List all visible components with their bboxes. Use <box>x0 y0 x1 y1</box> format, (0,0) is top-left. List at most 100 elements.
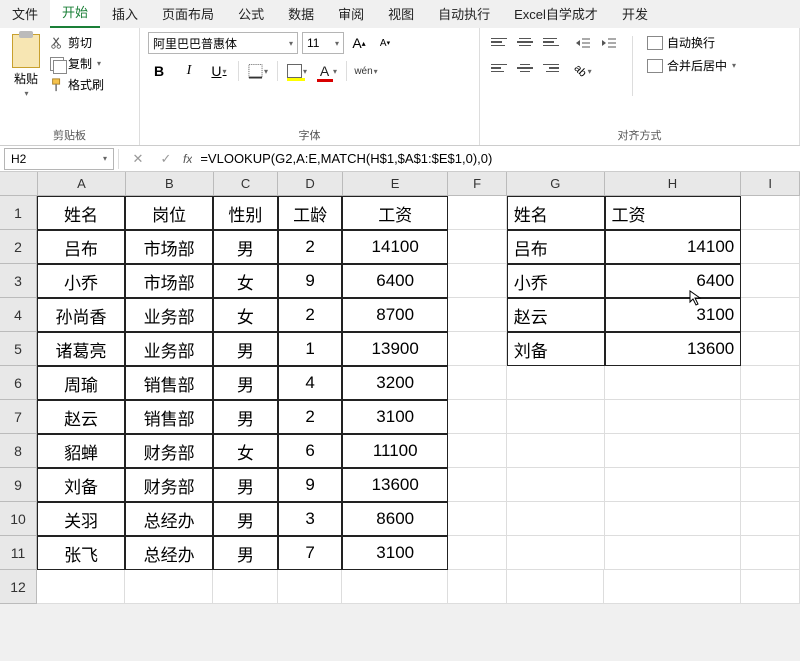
cell[interactable]: 男 <box>213 536 278 570</box>
cell[interactable] <box>605 502 742 536</box>
cell[interactable] <box>507 434 605 468</box>
cell[interactable]: 7 <box>278 536 343 570</box>
tab-home[interactable]: 开始 <box>50 0 100 28</box>
row-header[interactable]: 9 <box>0 468 37 502</box>
cell[interactable]: 诸葛亮 <box>37 332 125 366</box>
cell[interactable]: 9 <box>278 264 343 298</box>
phonetic-button[interactable]: wén▾ <box>355 60 377 82</box>
col-header-I[interactable]: I <box>741 172 800 196</box>
fx-icon[interactable]: fx <box>183 152 192 166</box>
merge-center-button[interactable]: 合并后居中▾ <box>647 57 736 74</box>
cell[interactable]: 小乔 <box>507 264 605 298</box>
cell[interactable]: 工龄 <box>278 196 343 230</box>
col-header-F[interactable]: F <box>448 172 507 196</box>
cell[interactable] <box>741 570 800 604</box>
cell[interactable]: 男 <box>213 468 278 502</box>
cell[interactable]: 市场部 <box>125 264 213 298</box>
cell[interactable]: 刘备 <box>37 468 125 502</box>
cell[interactable]: 13900 <box>342 332 448 366</box>
cell[interactable] <box>741 366 800 400</box>
increase-font-button[interactable]: A▴ <box>348 32 370 54</box>
cell[interactable]: 6400 <box>605 264 742 298</box>
cut-button[interactable]: 剪切 <box>50 34 104 51</box>
cell[interactable]: 2 <box>278 400 343 434</box>
tab-insert[interactable]: 插入 <box>100 0 150 28</box>
tab-developer[interactable]: 开发 <box>610 0 660 28</box>
align-right-button[interactable] <box>540 58 562 78</box>
cell[interactable] <box>741 332 800 366</box>
cell[interactable]: 销售部 <box>125 366 213 400</box>
cell[interactable] <box>741 196 800 230</box>
format-painter-button[interactable]: 格式刷 <box>50 76 104 93</box>
paste-button[interactable]: 粘贴 ▾ <box>8 32 44 100</box>
cell[interactable]: 女 <box>213 298 278 332</box>
cell[interactable]: 姓名 <box>507 196 605 230</box>
tab-pagelayout[interactable]: 页面布局 <box>150 0 226 28</box>
increase-indent-button[interactable] <box>598 32 620 54</box>
cell[interactable]: 13600 <box>342 468 448 502</box>
col-header-G[interactable]: G <box>507 172 605 196</box>
cell[interactable]: 11100 <box>342 434 448 468</box>
cell[interactable]: 女 <box>213 434 278 468</box>
row-header[interactable]: 11 <box>0 536 37 570</box>
cell[interactable]: 3100 <box>342 400 448 434</box>
name-box[interactable]: H2▾ <box>4 148 114 170</box>
cell[interactable] <box>605 400 742 434</box>
font-size-select[interactable]: 11▾ <box>302 32 344 54</box>
cell[interactable] <box>448 502 507 536</box>
cell[interactable] <box>448 196 507 230</box>
orientation-button[interactable]: ab▾ <box>572 60 594 82</box>
cell[interactable] <box>448 434 507 468</box>
tab-file[interactable]: 文件 <box>0 0 50 28</box>
cell[interactable] <box>605 468 742 502</box>
cell[interactable]: 财务部 <box>125 468 213 502</box>
cell[interactable]: 姓名 <box>37 196 125 230</box>
row-header[interactable]: 7 <box>0 400 37 434</box>
cell[interactable] <box>741 536 800 570</box>
row-header[interactable]: 6 <box>0 366 37 400</box>
fill-color-button[interactable]: ▾ <box>286 60 308 82</box>
cell[interactable]: 业务部 <box>125 298 213 332</box>
cell[interactable]: 2 <box>278 230 343 264</box>
row-header[interactable]: 8 <box>0 434 37 468</box>
cell[interactable]: 3100 <box>605 298 742 332</box>
decrease-indent-button[interactable] <box>572 32 594 54</box>
cell[interactable]: 3100 <box>342 536 448 570</box>
cell[interactable] <box>507 502 605 536</box>
cell[interactable] <box>605 536 742 570</box>
italic-button[interactable]: I <box>178 60 200 82</box>
cell[interactable] <box>342 570 448 604</box>
cell[interactable] <box>605 434 742 468</box>
cell[interactable]: 6 <box>278 434 343 468</box>
cell[interactable] <box>741 298 800 332</box>
cell[interactable]: 1 <box>278 332 343 366</box>
cell[interactable] <box>448 570 507 604</box>
cell[interactable]: 男 <box>213 366 278 400</box>
col-header-B[interactable]: B <box>126 172 214 196</box>
cell[interactable] <box>448 468 507 502</box>
row-header[interactable]: 3 <box>0 264 37 298</box>
row-header[interactable]: 4 <box>0 298 37 332</box>
cell[interactable]: 男 <box>213 332 278 366</box>
cell[interactable]: 3 <box>278 502 343 536</box>
cell[interactable]: 4 <box>278 366 343 400</box>
accept-formula-button[interactable]: ✓ <box>155 149 177 169</box>
cell[interactable]: 岗位 <box>125 196 213 230</box>
cell[interactable] <box>213 570 278 604</box>
cell[interactable]: 男 <box>213 400 278 434</box>
cell[interactable]: 14100 <box>342 230 448 264</box>
font-color-button[interactable]: A▾ <box>316 60 338 82</box>
col-header-C[interactable]: C <box>214 172 278 196</box>
font-name-select[interactable]: 阿里巴巴普惠体▾ <box>148 32 298 54</box>
tab-review[interactable]: 审阅 <box>326 0 376 28</box>
cell[interactable] <box>278 570 343 604</box>
cell[interactable]: 小乔 <box>37 264 125 298</box>
cell[interactable] <box>741 400 800 434</box>
bold-button[interactable]: B <box>148 60 170 82</box>
cell[interactable] <box>507 400 605 434</box>
cell[interactable]: 男 <box>213 502 278 536</box>
cell[interactable] <box>741 502 800 536</box>
cell[interactable]: 性别 <box>213 196 278 230</box>
row-header[interactable]: 2 <box>0 230 37 264</box>
formula-input[interactable] <box>192 148 800 170</box>
